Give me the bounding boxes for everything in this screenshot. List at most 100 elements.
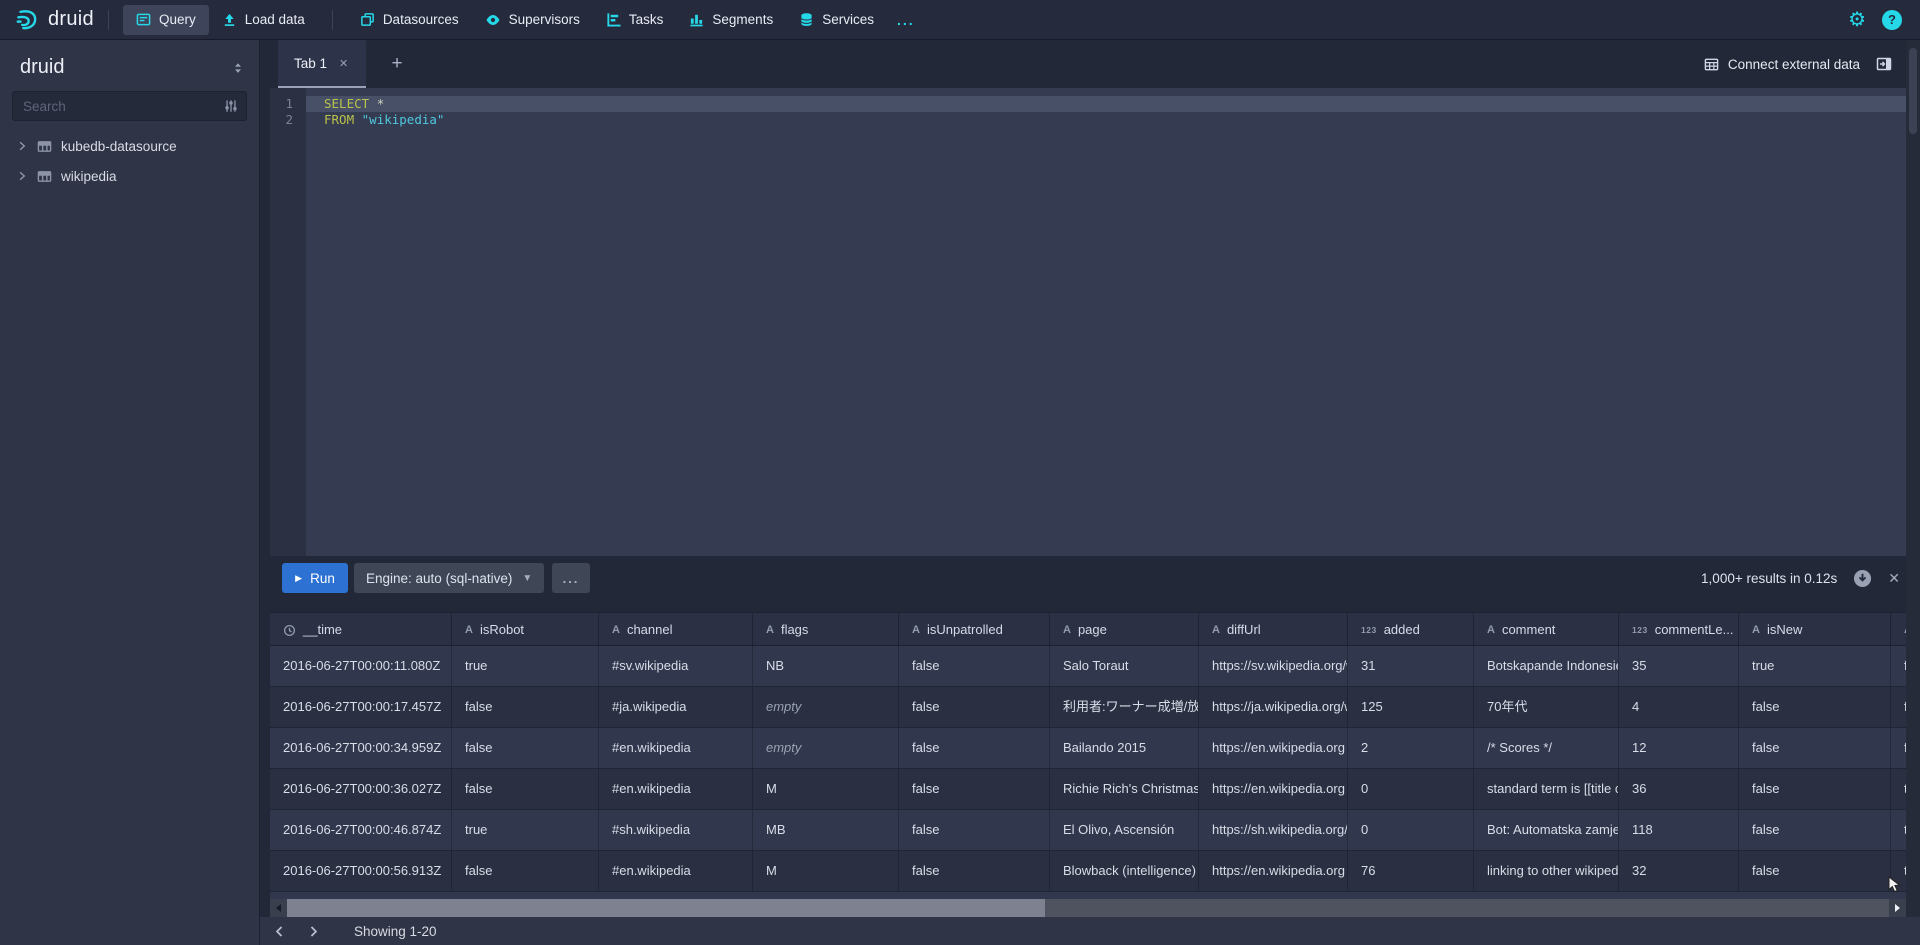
table-cell[interactable]: 4 <box>1619 687 1739 727</box>
close-results-icon[interactable]: ✕ <box>1888 570 1900 587</box>
table-cell[interactable]: M <box>753 851 899 891</box>
vertical-scrollbar-thumb[interactable] <box>1909 48 1917 134</box>
table-cell[interactable]: empty <box>753 687 899 727</box>
column-header-channel[interactable]: Achannel <box>599 613 753 647</box>
table-cell[interactable]: true <box>452 810 599 850</box>
table-cell[interactable]: 2016-06-27T00:00:36.027Z <box>270 769 452 809</box>
nav-item-services[interactable]: Services <box>786 5 887 35</box>
table-cell[interactable]: MB <box>753 810 899 850</box>
table-cell[interactable]: false <box>1739 851 1891 891</box>
table-cell[interactable]: standard term is [[title ca <box>1474 769 1619 809</box>
table-cell[interactable]: /* Scores */ <box>1474 728 1619 768</box>
table-cell[interactable]: 2016-06-27T00:00:46.874Z <box>270 810 452 850</box>
table-cell[interactable]: NB <box>753 646 899 686</box>
table-cell[interactable]: https://en.wikipedia.org <box>1199 769 1348 809</box>
tab-close-icon[interactable]: ✕ <box>339 57 348 70</box>
table-cell[interactable]: #sv.wikipedia <box>599 646 753 686</box>
table-cell[interactable]: https://sv.wikipedia.org/w <box>1199 646 1348 686</box>
table-cell[interactable]: 70年代 <box>1474 687 1619 727</box>
table-cell[interactable]: false <box>899 646 1050 686</box>
connect-external-data-button[interactable]: Connect external data <box>1704 40 1860 88</box>
table-cell[interactable]: 2016-06-27T00:00:17.457Z <box>270 687 452 727</box>
column-header-isRobot[interactable]: AisRobot <box>452 613 599 647</box>
table-cell[interactable]: 76 <box>1348 851 1474 891</box>
table-cell[interactable]: linking to other wikipedia <box>1474 851 1619 891</box>
column-header-isNew[interactable]: AisNew <box>1739 613 1891 647</box>
nav-item-query[interactable]: Query <box>123 5 209 35</box>
engine-select-button[interactable]: Engine: auto (sql-native) ▼ <box>354 563 544 593</box>
horizontal-scrollbar[interactable] <box>270 899 1906 917</box>
table-cell[interactable]: Richie Rich's Christmas Wish <box>1050 769 1199 809</box>
table-cell[interactable]: Bailando 2015 <box>1050 728 1199 768</box>
table-cell[interactable]: false <box>899 851 1050 891</box>
panel-toggle-icon[interactable] <box>1876 40 1892 88</box>
run-button[interactable]: ▶ Run <box>282 563 348 593</box>
table-cell[interactable]: false <box>452 728 599 768</box>
settings-gear-icon[interactable]: ⚙ <box>1848 10 1866 30</box>
sql-editor[interactable]: 1 2 SELECT * FROM "wikipedia" <box>270 88 1906 556</box>
table-cell[interactable]: true <box>452 646 599 686</box>
tab-tab1[interactable]: Tab 1 ✕ <box>278 40 366 88</box>
table-cell[interactable]: empty <box>753 728 899 768</box>
next-page-button[interactable] <box>298 917 328 945</box>
table-cell[interactable]: 32 <box>1619 851 1739 891</box>
nav-item-datasources[interactable]: Datasources <box>347 5 472 35</box>
table-cell[interactable]: https://sh.wikipedia.org/ <box>1199 810 1348 850</box>
column-header-comment[interactable]: Acomment <box>1474 613 1619 647</box>
table-cell[interactable]: false <box>1739 687 1891 727</box>
table-cell[interactable]: 0 <box>1348 769 1474 809</box>
table-cell[interactable]: #sh.wikipedia <box>599 810 753 850</box>
sidebar-item-wikipedia[interactable]: wikipedia <box>0 161 259 191</box>
nav-item-tasks[interactable]: Tasks <box>593 5 677 35</box>
vertical-scrollbar[interactable] <box>1906 40 1920 917</box>
table-cell[interactable]: 2016-06-27T00:00:34.959Z <box>270 728 452 768</box>
table-cell[interactable]: 12 <box>1619 728 1739 768</box>
table-cell[interactable]: https://en.wikipedia.org <box>1199 728 1348 768</box>
download-results-icon[interactable] <box>1853 569 1872 588</box>
nav-item-supervisors[interactable]: Supervisors <box>472 5 593 35</box>
scroll-right-button[interactable] <box>1889 899 1906 917</box>
previous-page-button[interactable] <box>264 917 294 945</box>
sql-line-1[interactable]: SELECT * <box>306 96 1906 112</box>
table-cell[interactable]: true <box>1739 646 1891 686</box>
sidebar-item-kubedb-datasource[interactable]: kubedb-datasource <box>0 131 259 161</box>
table-cell[interactable]: #en.wikipedia <box>599 728 753 768</box>
table-cell[interactable]: false <box>452 851 599 891</box>
column-header-added[interactable]: 123added <box>1348 613 1474 647</box>
column-header-isUnpatrolled[interactable]: AisUnpatrolled <box>899 613 1050 647</box>
scrollbar-thumb[interactable] <box>287 899 1045 917</box>
table-cell[interactable]: 35 <box>1619 646 1739 686</box>
table-cell[interactable]: 2016-06-27T00:00:11.080Z <box>270 646 452 686</box>
scrollbar-track[interactable] <box>1045 899 1889 917</box>
table-cell[interactable]: M <box>753 769 899 809</box>
table-cell[interactable]: Botskapande Indonesien <box>1474 646 1619 686</box>
nav-item-load-data[interactable]: Load data <box>209 5 318 35</box>
table-cell[interactable]: false <box>899 769 1050 809</box>
table-cell[interactable]: false <box>899 810 1050 850</box>
table-cell[interactable]: 利用者:ワーナー成増/放置 <box>1050 687 1199 727</box>
table-cell[interactable]: https://ja.wikipedia.org/w <box>1199 687 1348 727</box>
add-tab-button[interactable]: + <box>382 40 412 88</box>
table-cell[interactable]: #en.wikipedia <box>599 769 753 809</box>
table-cell[interactable]: 2016-06-27T00:00:56.913Z <box>270 851 452 891</box>
table-cell[interactable]: Blowback (intelligence) <box>1050 851 1199 891</box>
scroll-left-button[interactable] <box>270 899 287 917</box>
druid-logo-icon[interactable]: druid <box>14 7 94 33</box>
table-cell[interactable]: false <box>1739 769 1891 809</box>
table-cell[interactable]: https://en.wikipedia.org <box>1199 851 1348 891</box>
table-cell[interactable]: #en.wikipedia <box>599 851 753 891</box>
table-cell[interactable]: 118 <box>1619 810 1739 850</box>
column-header-flags[interactable]: Aflags <box>753 613 899 647</box>
column-header-diffUrl[interactable]: AdiffUrl <box>1199 613 1348 647</box>
table-cell[interactable]: false <box>1739 810 1891 850</box>
query-more-button[interactable]: ... <box>552 563 590 593</box>
table-cell[interactable]: 125 <box>1348 687 1474 727</box>
filter-sliders-icon[interactable] <box>224 99 238 113</box>
search-input[interactable] <box>23 99 224 114</box>
column-header-commentLength[interactable]: 123commentLe... <box>1619 613 1739 647</box>
sql-code[interactable]: SELECT * FROM "wikipedia" <box>306 96 1906 128</box>
column-header-page[interactable]: Apage <box>1050 613 1199 647</box>
table-cell[interactable]: 2 <box>1348 728 1474 768</box>
table-cell[interactable]: false <box>452 769 599 809</box>
table-cell[interactable]: false <box>1739 728 1891 768</box>
